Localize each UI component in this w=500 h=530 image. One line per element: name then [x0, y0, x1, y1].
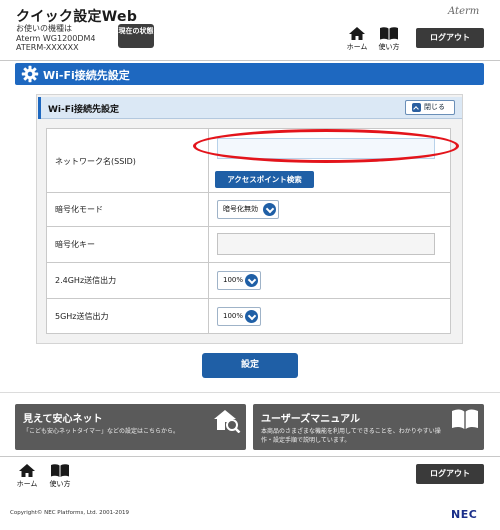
footer-logout-button[interactable]: ログアウト	[416, 464, 484, 484]
safe-net-desc: 「こども安心ネットタイマー」などの設定はこちらから。	[23, 428, 180, 435]
annotation-highlight-oval	[193, 129, 459, 163]
book-icon	[452, 409, 478, 429]
logout-button[interactable]: ログアウト	[416, 28, 484, 48]
nec-logo: NEC	[451, 508, 478, 521]
power-24ghz-row: 2.4GHz送信出力 100%	[47, 263, 450, 299]
home-label: ホーム	[346, 43, 368, 51]
book-icon	[51, 464, 69, 477]
footer-divider	[0, 456, 500, 457]
section-title: Wi-Fi接続先設定	[43, 69, 130, 82]
copyright: Copyright© NEC Platforms, Ltd. 2001-2019	[10, 510, 130, 516]
safe-net-promo[interactable]: 見えて安心ネット 「こども安心ネットタイマー」などの設定はこちらから。	[15, 404, 246, 450]
panel-accent-bar	[38, 97, 41, 119]
access-point-search-button[interactable]: アクセスポイント検索	[215, 171, 314, 188]
footer-usage-nav[interactable]: 使い方	[46, 463, 74, 489]
page-header: クイック設定Web お使いの機種は Aterm WG1200DM4 ATERM-…	[0, 0, 500, 60]
power-24ghz-value: 100%	[223, 276, 244, 284]
users-manual-title: ユーザーズマニュアル	[261, 414, 360, 425]
safe-net-title: 見えて安心ネット	[23, 414, 103, 425]
encryption-key-label: 暗号化キー	[55, 240, 95, 249]
content-divider	[0, 392, 500, 393]
app-title: クイック設定Web	[16, 9, 138, 25]
header-divider	[0, 60, 500, 61]
device-label: お使いの機種は	[16, 24, 72, 33]
encryption-mode-row: 暗号化モード 暗号化無効	[47, 193, 450, 227]
footer-usage-label: 使い方	[49, 480, 71, 488]
usage-nav[interactable]: 使い方	[375, 26, 403, 52]
power-5ghz-value: 100%	[223, 312, 244, 320]
close-panel-button[interactable]: 閉じる	[405, 100, 455, 115]
users-manual-desc-line1: 本商品のさまざまな機能を利用してできることを、わかりやすい操	[261, 428, 441, 435]
home-nav[interactable]: ホーム	[343, 26, 371, 52]
users-manual-promo[interactable]: ユーザーズマニュアル 本商品のさまざまな機能を利用してできることを、わかりやすい…	[253, 404, 484, 450]
chevron-down-icon	[245, 274, 258, 287]
home-icon	[349, 27, 365, 40]
power-24ghz-label: 2.4GHz送信出力	[55, 276, 117, 285]
encryption-mode-value: 暗号化無効	[223, 205, 258, 213]
encryption-mode-select[interactable]: 暗号化無効	[217, 200, 279, 219]
encryption-key-row: 暗号化キー	[47, 227, 450, 263]
device-model: Aterm WG1200DM4	[16, 33, 96, 43]
device-info: お使いの機種は Aterm WG1200DM4 ATERM-XXXXXX	[16, 24, 96, 53]
power-24ghz-select[interactable]: 100%	[217, 271, 261, 290]
home-icon	[19, 464, 35, 477]
close-label: 閉じる	[424, 103, 445, 111]
power-5ghz-select[interactable]: 100%	[217, 307, 261, 326]
users-manual-desc: 本商品のさまざまな機能を利用してできることを、わかりやすい操 作・設定手順で説明…	[261, 427, 441, 445]
submit-settings-button[interactable]: 設定	[202, 353, 298, 378]
chevron-down-icon	[245, 310, 258, 323]
ssid-label: ネットワーク名(SSID)	[55, 157, 136, 166]
footer-home-nav[interactable]: ホーム	[13, 463, 41, 489]
house-search-icon	[214, 410, 241, 433]
chevron-up-icon	[412, 103, 421, 112]
footer-home-label: ホーム	[16, 480, 38, 488]
chevron-down-icon	[263, 203, 276, 216]
panel-header: Wi-Fi接続先設定 閉じる	[38, 97, 462, 119]
aterm-logo: Aterm	[448, 6, 480, 17]
device-serial: ATERM-XXXXXX	[16, 43, 79, 52]
usage-label: 使い方	[378, 43, 400, 51]
panel-title: Wi-Fi接続先設定	[48, 105, 119, 115]
power-5ghz-row: 5GHz送信出力 100%	[47, 299, 450, 334]
encryption-key-input[interactable]	[217, 233, 435, 255]
gear-icon	[21, 65, 39, 83]
users-manual-desc-line2: 作・設定手順で説明しています。	[261, 437, 351, 444]
current-status-button[interactable]: 現在の状態	[118, 24, 154, 48]
section-title-bar: Wi-Fi接続先設定	[15, 63, 484, 85]
power-5ghz-label: 5GHz送信出力	[55, 312, 109, 321]
book-icon	[380, 27, 398, 40]
encryption-mode-label: 暗号化モード	[55, 205, 103, 214]
